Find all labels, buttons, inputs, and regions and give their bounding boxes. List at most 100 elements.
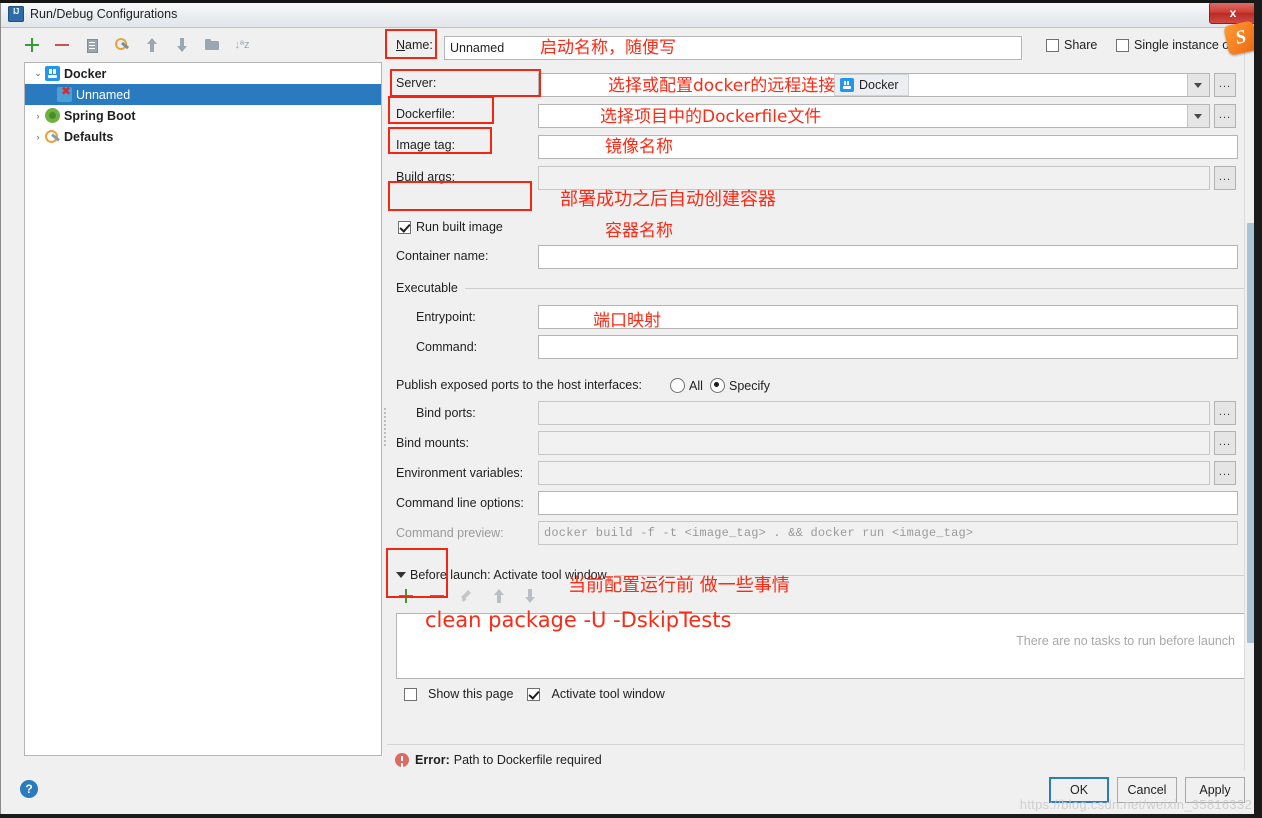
server-value: Docker: [834, 74, 909, 96]
intellij-idea-icon: [8, 6, 24, 22]
folder-icon[interactable]: [204, 37, 220, 53]
dockerfile-label: Dockerfile:: [396, 107, 456, 121]
server-value-label: Docker: [859, 78, 899, 92]
run-built-image-checkbox[interactable]: [398, 220, 411, 234]
annotation-text-before-launch: 当前配置运行前 做一些事情: [568, 575, 790, 596]
publish-ports-label: Publish exposed ports to the host interf…: [396, 378, 642, 392]
tree-item-unnamed[interactable]: Unnamed: [25, 84, 381, 105]
plus-icon[interactable]: [24, 37, 40, 53]
arrow-up-icon[interactable]: [144, 37, 160, 53]
bind-ports-browse-button[interactable]: ...: [1214, 401, 1236, 425]
tree-item-spring-boot[interactable]: › Spring Boot: [25, 105, 381, 126]
command-input[interactable]: [538, 335, 1238, 359]
share-checkbox[interactable]: [1046, 38, 1059, 52]
screenshot-edge-right: [1254, 0, 1262, 818]
screenshot-edge-bottom: [0, 814, 1262, 818]
arrow-down-icon[interactable]: [522, 588, 538, 604]
wrench-icon[interactable]: [114, 37, 130, 53]
chevron-right-icon[interactable]: ›: [31, 132, 45, 142]
arrow-up-icon[interactable]: [491, 588, 507, 604]
entrypoint-label: Entrypoint:: [416, 310, 476, 324]
status-divider: [387, 744, 1259, 745]
env-vars-browse-button[interactable]: ...: [1214, 461, 1236, 485]
name-input[interactable]: Unnamed: [444, 36, 1022, 60]
screenshot-edge-top: [0, 0, 1262, 3]
tree-item-label: Unnamed: [76, 87, 131, 102]
bind-mounts-browse-button[interactable]: ...: [1214, 431, 1236, 455]
watermark-text: https://blog.csdn.net/weixin_35816332: [1019, 797, 1252, 812]
tree-item-defaults[interactable]: › Defaults: [25, 126, 381, 147]
tree-item-label: Docker: [64, 66, 107, 81]
activate-tool-window-label: Activate tool window: [551, 687, 665, 701]
annotation-text-dockerfile: 选择项目中的Dockerfile文件: [600, 107, 822, 127]
configurations-toolbar: ↓ªz: [10, 30, 384, 60]
server-label: Server:: [396, 76, 437, 90]
before-launch-options: Show this page Activate tool window: [404, 687, 665, 701]
chevron-down-icon[interactable]: ⌄: [31, 68, 45, 79]
dockerfile-browse-button[interactable]: ...: [1214, 104, 1236, 128]
command-preview-output: docker build -f -t <image_tag> . && dock…: [538, 521, 1238, 545]
group-divider: [464, 287, 1248, 289]
name-label: Name:: [396, 38, 433, 52]
chevron-down-icon[interactable]: [1187, 105, 1209, 127]
container-name-label: Container name:: [396, 249, 489, 263]
error-message: Path to Dockerfile required: [453, 753, 602, 767]
bind-ports-label: Bind ports:: [416, 406, 476, 420]
chevron-down-icon[interactable]: [396, 572, 406, 578]
bind-mounts-label: Bind mounts:: [396, 436, 469, 450]
defaults-icon: [45, 129, 60, 144]
image-tag-label: Image tag:: [396, 138, 456, 152]
sort-az-icon[interactable]: ↓ªz: [234, 37, 250, 53]
annotation-text-port-mapping: 端口映射: [593, 311, 661, 331]
tree-item-label: Defaults: [64, 129, 114, 144]
publish-all-label: All: [689, 378, 703, 393]
command-label: Command:: [416, 340, 478, 354]
error-prefix: Error:: [415, 753, 450, 767]
activate-tool-window-checkbox[interactable]: [527, 687, 541, 701]
bind-mounts-input[interactable]: [538, 431, 1210, 455]
server-browse-button[interactable]: ...: [1214, 73, 1236, 97]
configurations-panel: ↓ªz ⌄ Docker Unnamed › Spring Boot: [10, 30, 384, 770]
show-this-page-label: Show this page: [428, 687, 514, 701]
tree-item-docker[interactable]: ⌄ Docker: [25, 63, 381, 84]
chevron-down-icon[interactable]: [1187, 74, 1209, 96]
plus-icon[interactable]: [398, 588, 414, 604]
tree-item-label: Spring Boot: [64, 108, 136, 123]
annotation-text-run-built-image: 部署成功之后自动创建容器: [560, 189, 776, 210]
before-launch-toolbar: [398, 588, 538, 604]
build-args-browse-button[interactable]: ...: [1214, 166, 1236, 190]
annotation-text-image-tag: 镜像名称: [605, 137, 673, 157]
executable-group-label: Executable: [396, 281, 458, 295]
status-bar: Error: Path to Dockerfile required: [395, 753, 602, 767]
pencil-icon[interactable]: [460, 588, 476, 604]
bind-ports-input[interactable]: [538, 401, 1210, 425]
share-label: Share: [1064, 38, 1098, 52]
help-button[interactable]: ?: [20, 780, 38, 798]
minus-icon[interactable]: [54, 37, 70, 53]
run-built-image-label: Run built image: [416, 220, 503, 234]
cli-options-input[interactable]: [538, 491, 1238, 515]
before-launch-empty-text: There are no tasks to run before launch: [1016, 634, 1235, 648]
copy-icon[interactable]: [84, 37, 100, 53]
single-instance-checkbox[interactable]: [1116, 38, 1129, 52]
command-preview-label: Command preview:: [396, 526, 504, 540]
env-vars-input[interactable]: [538, 461, 1210, 485]
annotation-text-container-name: 容器名称: [605, 221, 673, 241]
arrow-down-icon[interactable]: [174, 37, 190, 53]
spring-icon: [45, 108, 60, 123]
container-name-input[interactable]: [538, 245, 1238, 269]
configurations-tree[interactable]: ⌄ Docker Unnamed › Spring Boot › Default…: [24, 62, 382, 756]
window-title: Run/Debug Configurations: [30, 7, 178, 21]
build-args-label: Build args:: [396, 170, 456, 184]
docker-icon: [45, 66, 60, 81]
before-launch-header[interactable]: Before launch: Activate tool window: [396, 568, 1248, 582]
annotation-text-name: 启动名称，随便写: [540, 38, 676, 58]
publish-specify-radio[interactable]: [710, 378, 725, 393]
minus-icon[interactable]: [429, 588, 445, 604]
annotation-text-maven-command: clean package -U -DskipTests: [425, 608, 732, 632]
publish-specify-label: Specify: [729, 378, 770, 393]
chevron-right-icon[interactable]: ›: [31, 111, 45, 121]
show-this-page-checkbox[interactable]: [404, 687, 417, 701]
publish-all-radio[interactable]: [670, 378, 685, 393]
docker-error-icon: [57, 84, 72, 102]
